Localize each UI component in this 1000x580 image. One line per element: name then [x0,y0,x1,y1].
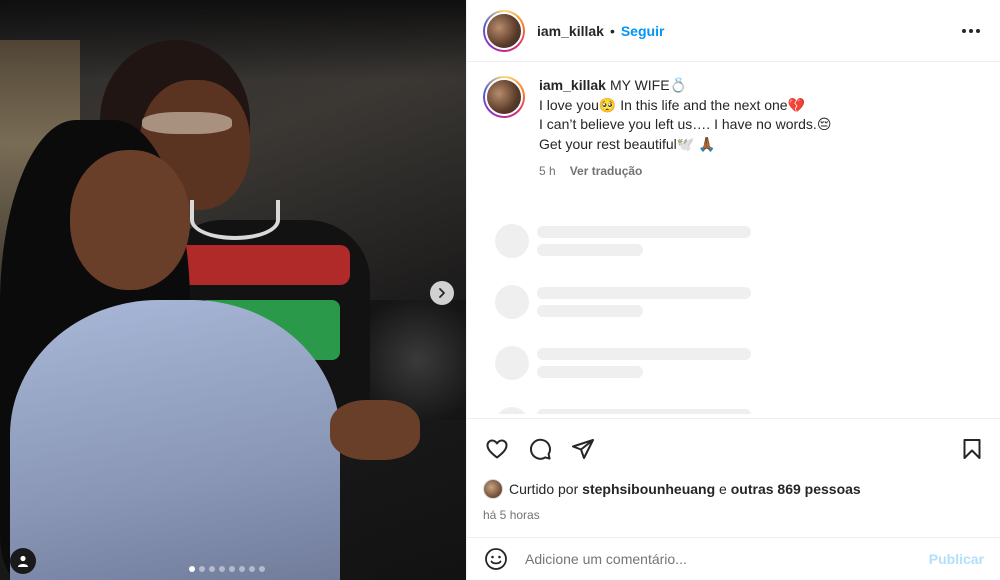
caption-meta: 5 h Ver tradução [539,162,831,182]
skeleton-avatar [495,285,529,319]
caption-text: MY WIFE💍 [609,77,687,93]
caption-time: 5 h [539,164,556,178]
caption-line: I can’t believe you left us…. I have no … [539,116,832,132]
more-options-button[interactable] [956,23,986,39]
emoji-button[interactable] [483,546,509,572]
likes-others-link[interactable]: outras 869 pessoas [731,481,861,497]
smiley-icon [485,548,507,570]
post-side-panel: iam_killak • Seguir iam_killak MY WIFE💍 I… [466,0,1000,580]
heart-icon [486,439,508,459]
skeleton-line [537,305,643,317]
comment-skeleton [495,407,751,414]
carousel-dot [209,566,215,572]
liker-username[interactable]: stephsibounheuang [582,481,715,497]
share-icon [572,439,594,459]
caption-line: I love you🥺 In this life and the next on… [539,96,806,113]
carousel-dot [239,566,245,572]
comment-skeleton [495,285,751,319]
skeleton-line [537,348,751,360]
author-avatar[interactable] [483,9,525,52]
comment-bar: Publicar [467,537,1000,580]
skeleton-line [537,287,751,299]
likes-summary: Curtido por stephsibounheuang e outras 8… [467,479,1000,499]
caption-username[interactable]: iam_killak [539,77,606,93]
tagged-users-button[interactable] [10,548,36,574]
comment-icon [529,438,551,460]
photo-person-1-body [10,300,340,580]
carousel-dot [249,566,255,572]
header-separator: • [609,22,615,39]
carousel-dot [219,566,225,572]
post-timestamp[interactable]: há 5 horas [467,508,1000,522]
share-button[interactable] [569,435,597,463]
chevron-right-icon [439,288,445,298]
post-header: iam_killak • Seguir [467,0,1000,62]
likes-prefix: Curtido por [509,481,579,497]
photo-shirt-print-red [175,245,350,285]
caption-body: iam_killak MY WIFE💍 I love you🥺 In this l… [539,76,831,182]
post-caption: iam_killak MY WIFE💍 I love you🥺 In this l… [467,62,1000,182]
photo-person-1-face [70,150,190,290]
publish-button[interactable]: Publicar [929,551,984,567]
bookmark-icon [963,439,981,459]
skeleton-line [537,226,751,238]
carousel-next-button[interactable] [430,281,454,305]
comment-input[interactable] [525,551,929,567]
save-button[interactable] [958,435,986,463]
skeleton-line [537,244,643,256]
skeleton-line [537,409,751,414]
author-username[interactable]: iam_killak [537,23,604,39]
carousel-indicator [189,566,265,572]
skeleton-avatar [495,224,529,258]
photo-sunglasses [142,112,232,134]
carousel-dot [189,566,195,572]
comment-skeleton [495,346,751,380]
photo-hand [330,400,420,460]
post-photo[interactable] [0,0,466,580]
follow-button[interactable]: Seguir [621,23,665,39]
likes-conj: e [719,481,727,497]
liker-avatar[interactable] [483,479,503,499]
comment-skeleton [495,224,751,258]
user-tag-icon [18,555,28,567]
caption-line: iam_killak MY WIFE💍 [539,76,831,96]
see-translation-link[interactable]: Ver tradução [570,162,643,182]
more-horizontal-icon [962,28,966,33]
skeleton-avatar [495,407,529,414]
caption-line: Get your rest beautiful🕊️ 🙏🏾 [539,135,716,152]
carousel-dot [199,566,205,572]
post-actions-section: Curtido por stephsibounheuang e outras 8… [467,418,1000,522]
skeleton-avatar [495,346,529,380]
carousel-dot [229,566,235,572]
skeleton-line [537,366,643,378]
comments-loading [495,224,751,414]
comment-button[interactable] [526,435,554,463]
action-bar [467,419,1000,463]
like-button[interactable] [483,435,511,463]
photo-chain [190,200,280,240]
carousel-dot [259,566,265,572]
caption-avatar[interactable] [483,76,525,118]
